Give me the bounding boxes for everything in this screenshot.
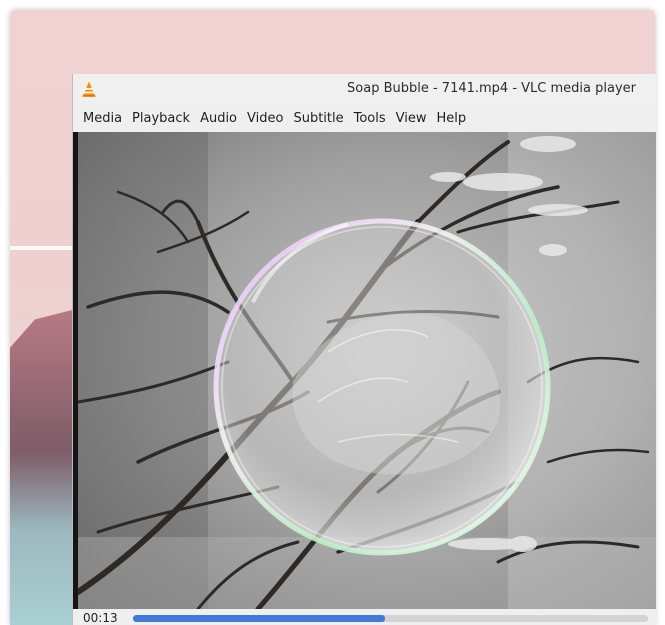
menu-media[interactable]: Media — [78, 108, 127, 129]
menu-subtitle[interactable]: Subtitle — [288, 108, 348, 129]
title-bar[interactable]: Soap Bubble - 7141.mp4 - VLC media playe… — [73, 74, 656, 104]
menu-playback[interactable]: Playback — [127, 108, 195, 129]
playback-controls: 00:13 — [73, 609, 656, 625]
seek-slider[interactable] — [133, 615, 648, 622]
elapsed-time: 00:13 — [83, 611, 118, 625]
video-frame — [78, 132, 656, 609]
menu-bar: Media Playback Audio Video Subtitle Tool… — [73, 104, 656, 132]
menu-audio[interactable]: Audio — [195, 108, 242, 129]
vlc-window[interactable]: Soap Bubble - 7141.mp4 - VLC media playe… — [72, 74, 656, 625]
menu-video[interactable]: Video — [242, 108, 288, 129]
background-window-divider — [10, 246, 72, 250]
menu-tools[interactable]: Tools — [349, 108, 391, 129]
menu-view[interactable]: View — [391, 108, 432, 129]
vlc-cone-icon — [82, 81, 96, 97]
soap-bubble — [213, 218, 551, 556]
window-title: Soap Bubble - 7141.mp4 - VLC media playe… — [347, 81, 636, 96]
video-area[interactable] — [73, 132, 656, 609]
background-mountain-image — [10, 310, 72, 625]
desktop: Soap Bubble - 7141.mp4 - VLC media playe… — [0, 0, 665, 625]
seek-slider-progress — [133, 615, 386, 622]
menu-help[interactable]: Help — [432, 108, 472, 129]
